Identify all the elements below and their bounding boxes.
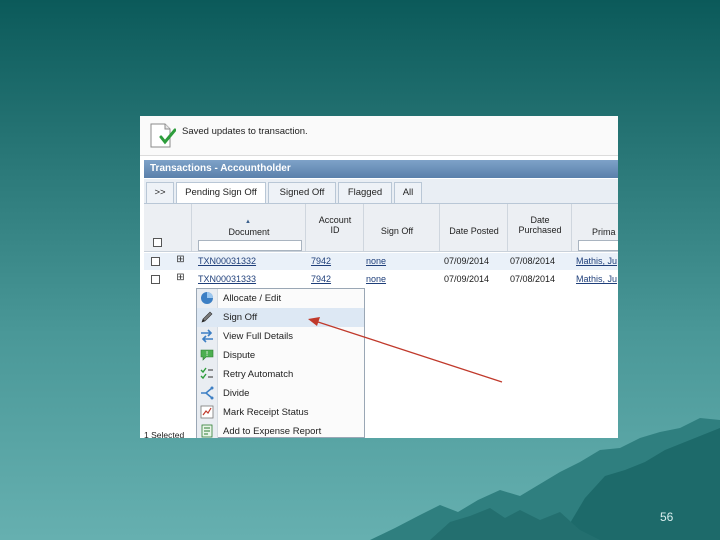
- slide-number: 56: [660, 510, 674, 524]
- app-screenshot: Saved updates to transaction. Transactio…: [140, 116, 618, 438]
- annotation-arrow: [308, 317, 503, 383]
